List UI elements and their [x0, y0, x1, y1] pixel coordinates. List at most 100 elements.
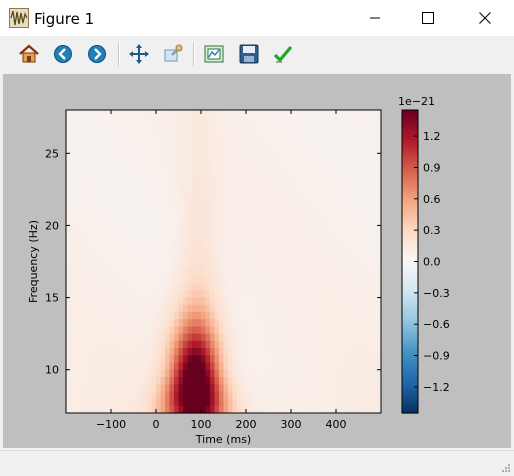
- heatmap-cell: [214, 225, 220, 234]
- heatmap-cell: [156, 110, 162, 118]
- heatmap-cell: [151, 290, 157, 299]
- heatmap-cell: [250, 369, 256, 378]
- heatmap-cell: [183, 182, 189, 190]
- heatmap-cell: [363, 348, 369, 356]
- heatmap-cell: [70, 117, 76, 126]
- heatmap-cell: [174, 304, 180, 313]
- heatmap-cell: [151, 232, 157, 241]
- heatmap-cell: [187, 138, 193, 147]
- heatmap-cell: [169, 362, 175, 371]
- heatmap-cell: [88, 196, 94, 205]
- close-button[interactable]: [462, 0, 508, 36]
- heatmap-cell: [318, 211, 324, 219]
- heatmap-cell: [367, 297, 373, 306]
- home-button[interactable]: [15, 40, 43, 68]
- heatmap-cell: [129, 225, 135, 234]
- heatmap-cell: [196, 297, 202, 306]
- heatmap-cell: [354, 319, 360, 328]
- heatmap-cell: [268, 239, 274, 248]
- heatmap-cell: [363, 189, 369, 198]
- heatmap-cell: [363, 247, 369, 255]
- heatmap-cell: [138, 117, 144, 126]
- heatmap-cell: [318, 391, 324, 400]
- pan-button[interactable]: [125, 40, 153, 68]
- maximize-button[interactable]: [405, 0, 451, 36]
- resize-grip-icon[interactable]: [501, 463, 511, 473]
- heatmap-cell: [372, 312, 378, 320]
- heatmap-cell: [354, 326, 360, 335]
- heatmap-cell: [228, 174, 234, 183]
- heatmap-cell: [367, 196, 373, 205]
- heatmap-cell: [196, 225, 202, 234]
- heatmap-cell: [322, 304, 328, 313]
- heatmap-cell: [246, 239, 252, 248]
- colorbar-tick-label: 0.9: [423, 161, 441, 174]
- heatmap-cell: [300, 304, 306, 313]
- heatmap-cell: [178, 239, 184, 248]
- heatmap-cell: [322, 376, 328, 385]
- heatmap-cell: [214, 232, 220, 241]
- heatmap-cell: [120, 117, 126, 126]
- heatmap-cell: [165, 268, 171, 277]
- heatmap-cell: [268, 275, 274, 284]
- back-button[interactable]: [49, 40, 77, 68]
- heatmap-cell: [232, 254, 238, 263]
- heatmap-cell: [102, 131, 108, 140]
- zoom-button[interactable]: [159, 40, 187, 68]
- heatmap-cell: [318, 369, 324, 378]
- heatmap-cell: [138, 369, 144, 378]
- heatmap-cell: [219, 261, 225, 270]
- heatmap-cell: [174, 124, 180, 133]
- heatmap-cell: [160, 232, 166, 241]
- heatmap-cell: [282, 174, 288, 183]
- toolbar-separator: [118, 42, 120, 66]
- heatmap-cell: [201, 203, 207, 212]
- heatmap-cell: [309, 239, 315, 248]
- heatmap-cell: [237, 225, 243, 234]
- heatmap-cell: [223, 261, 229, 270]
- heatmap-cell: [349, 232, 355, 241]
- heatmap-cell: [295, 124, 301, 133]
- heatmap-cell: [318, 355, 324, 364]
- heatmap-cell: [318, 261, 324, 270]
- minimize-button[interactable]: [352, 0, 398, 36]
- heatmap-cell: [210, 117, 216, 126]
- heatmap-cell: [349, 203, 355, 212]
- heatmap-cell: [75, 117, 81, 126]
- heatmap-cell: [372, 340, 378, 349]
- heatmap-cell: [106, 203, 112, 212]
- heatmap-cell: [327, 333, 333, 342]
- edit-params-button[interactable]: [269, 40, 297, 68]
- heatmap-cell: [201, 268, 207, 277]
- heatmap-cell: [75, 196, 81, 205]
- heatmap-cell: [300, 196, 306, 205]
- heatmap-cell: [304, 110, 310, 118]
- heatmap-cell: [277, 110, 283, 118]
- heatmap-cell: [183, 355, 189, 364]
- heatmap-cell: [102, 225, 108, 234]
- heatmap-cell: [340, 297, 346, 306]
- heatmap-cell: [228, 182, 234, 190]
- subplots-button[interactable]: [200, 40, 228, 68]
- heatmap-cell: [354, 153, 360, 162]
- heatmap-cell: [210, 261, 216, 270]
- heatmap-cell: [160, 391, 166, 400]
- heatmap-cell: [160, 189, 166, 198]
- heatmap-cell: [156, 146, 162, 154]
- heatmap-cell: [340, 124, 346, 133]
- heatmap-cell: [183, 124, 189, 133]
- heatmap-cell: [349, 131, 355, 140]
- heatmap-cell: [291, 333, 297, 342]
- heatmap-cell: [291, 304, 297, 313]
- heatmap-cell: [205, 348, 211, 356]
- save-button[interactable]: [235, 40, 263, 68]
- forward-button[interactable]: [83, 40, 111, 68]
- heatmap-cell: [124, 348, 130, 356]
- figure-canvas[interactable]: −100 0 100 200 300 400 10 15 20 25 Time (ms) Freque…: [3, 74, 511, 448]
- heatmap-cell: [79, 312, 85, 320]
- heatmap-cell: [363, 319, 369, 328]
- heatmap-cell: [372, 283, 378, 291]
- heatmap-cell: [219, 182, 225, 190]
- heatmap-cell: [192, 239, 198, 248]
- heatmap-cell: [201, 153, 207, 162]
